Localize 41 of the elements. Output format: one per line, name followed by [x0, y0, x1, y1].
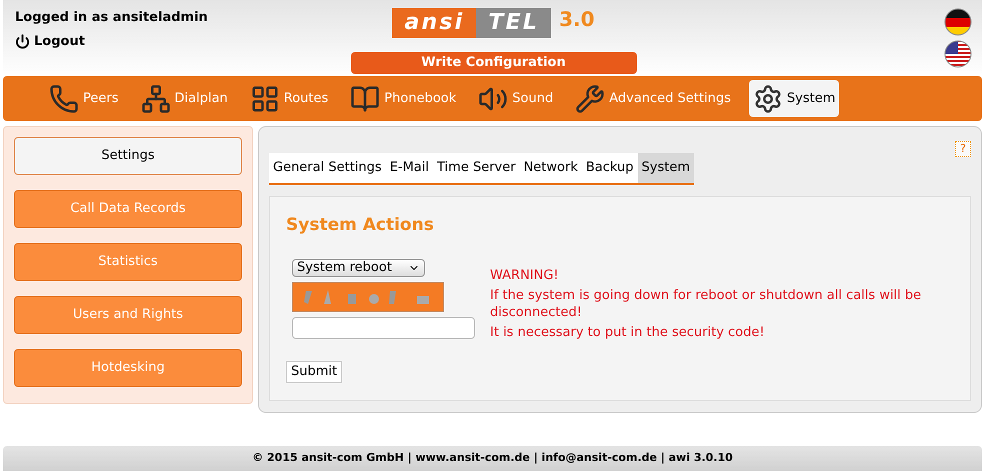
tab[interactable]: Network	[520, 153, 582, 183]
sidebar-item[interactable]: Users and Rights	[14, 296, 242, 334]
flowchart-icon	[140, 84, 170, 114]
sidebar-item[interactable]: Statistics	[14, 243, 242, 281]
sidebar-item[interactable]: Hotdesking	[14, 349, 242, 387]
nav-item[interactable]: Routes	[246, 80, 332, 117]
flag-icon[interactable]	[944, 8, 972, 36]
tab[interactable]: Backup	[582, 153, 638, 183]
flag-icon[interactable]	[944, 40, 972, 68]
wrench-icon	[575, 84, 606, 114]
nav-item[interactable]: Advanced Settings	[571, 80, 735, 117]
nav-item[interactable]: Phonebook	[346, 80, 460, 117]
tab[interactable]: E-Mail	[386, 153, 433, 183]
phone-icon	[49, 84, 79, 114]
warning-text: It is necessary to put in the security code!	[490, 324, 766, 340]
sidebar-item[interactable]: Call Data Records	[14, 190, 242, 228]
warning-text: WARNING!	[490, 266, 560, 284]
tab[interactable]: System	[638, 153, 694, 183]
help-button[interactable]: ?	[955, 141, 971, 157]
warning-text: If the system is going down for reboot or shutdown all calls will be disconnected!	[490, 286, 922, 320]
tab[interactable]: Time Server	[433, 153, 520, 183]
write-configuration-button[interactable]: Write Configuration	[350, 52, 636, 74]
logo: ansi TEL	[392, 8, 552, 38]
tab[interactable]: General Settings	[269, 153, 386, 183]
nav-item[interactable]: Sound	[474, 80, 558, 117]
nav-item[interactable]: System	[748, 80, 840, 117]
logout-link[interactable]: Logout	[15, 32, 345, 51]
grid-icon	[250, 84, 280, 114]
book-icon	[350, 84, 380, 114]
submit-button[interactable]: Submit	[286, 360, 342, 382]
footer-text: © 2015 ansit-com GmbH | www.ansit-com.de | info@ansit-com.de | awi 3.0.10	[252, 450, 733, 466]
nav-item[interactable]: Dialplan	[136, 80, 232, 117]
action-select[interactable]: System reboot	[292, 258, 425, 276]
nav-item[interactable]: Peers	[45, 80, 122, 117]
logo-version: 3.0	[559, 6, 595, 33]
power-icon	[15, 34, 30, 49]
section-title: System Actions	[286, 214, 435, 237]
security-code-field[interactable]	[292, 316, 475, 338]
login-status: Logged in as ansiteladmin	[15, 9, 209, 27]
settings-icon	[752, 84, 783, 114]
sidebar-item[interactable]: Settings	[14, 137, 242, 175]
